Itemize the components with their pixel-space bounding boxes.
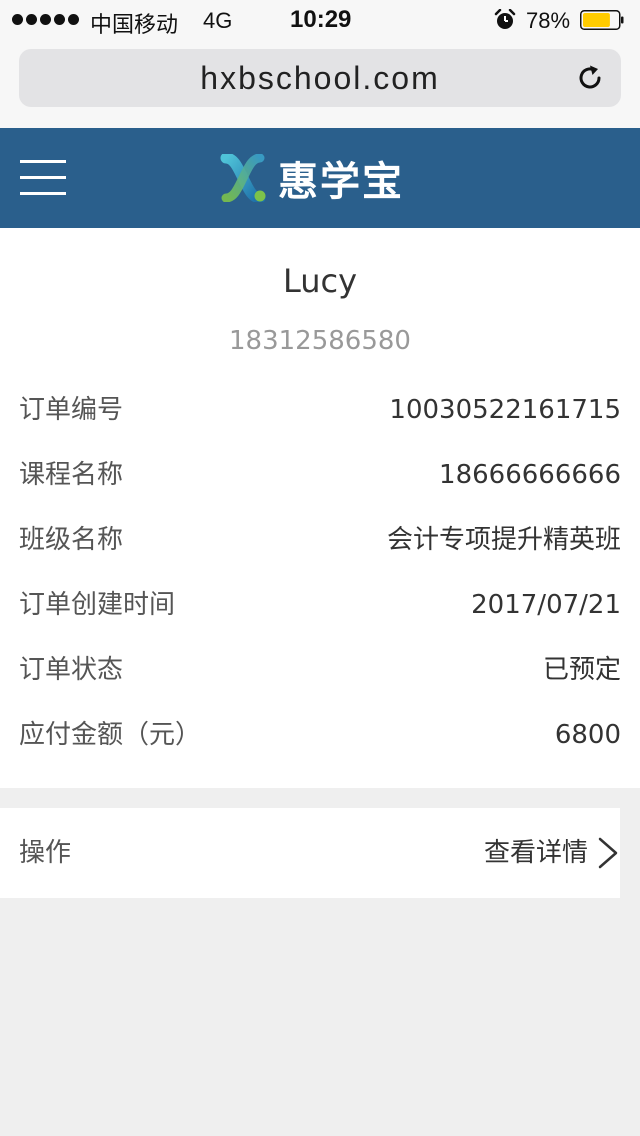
detail-value: 2017/07/21	[471, 590, 621, 620]
browser-address-area: hxbschool.com	[0, 40, 640, 128]
battery-percent: 78%	[526, 8, 571, 33]
action-label: 操作	[19, 838, 72, 868]
detail-row-order-status: 订单状态 已预定	[19, 650, 621, 690]
view-details-text[interactable]: 查看详情	[484, 833, 588, 873]
detail-value: 会计专项提升精英班	[386, 525, 621, 555]
app-header: 惠学宝	[0, 128, 640, 228]
detail-label: 班级名称	[19, 525, 124, 555]
customer-phone: 18312586580	[229, 326, 411, 356]
url-bar[interactable]: hxbschool.com	[19, 49, 621, 107]
action-row: 操作 查看详情	[0, 808, 620, 898]
detail-label: 课程名称	[19, 460, 124, 490]
reload-icon[interactable]	[575, 63, 605, 93]
status-time: 10:29	[290, 6, 352, 33]
brand-logo[interactable]: 惠学宝	[220, 154, 404, 205]
carrier-name: 中国移动	[90, 13, 179, 38]
status-value: 已预定	[542, 655, 621, 685]
detail-value: 10030522161715	[389, 395, 621, 425]
amount-value: 6800	[554, 720, 621, 750]
detail-label: 应付金额（元）	[19, 720, 202, 750]
url-text[interactable]: hxbschool.com	[19, 49, 621, 107]
detail-label: 订单编号	[19, 395, 124, 425]
detail-row-course-name: 课程名称 18666666666	[19, 455, 621, 495]
view-details-link[interactable]: 查看详情	[484, 833, 620, 873]
detail-row-class-name: 班级名称 会计专项提升精英班	[19, 520, 621, 560]
status-bar: 中国移动 4G 10:29 78%	[0, 0, 640, 40]
detail-label: 订单创建时间	[19, 590, 176, 620]
chevron-right-icon[interactable]	[596, 836, 620, 870]
detail-row-amount-due: 应付金额（元） 6800	[19, 715, 621, 755]
detail-row-order-number: 订单编号 10030522161715	[19, 390, 621, 430]
network-type: 4G	[203, 8, 233, 33]
detail-value: 18666666666	[439, 460, 621, 490]
brand-name: 惠学宝	[278, 159, 404, 205]
detail-row-created-time: 订单创建时间 2017/07/21	[19, 585, 621, 625]
detail-label: 订单状态	[19, 655, 124, 685]
customer-name: Lucy	[282, 262, 358, 300]
order-card: Lucy 18312586580 订单编号 10030522161715 课程名…	[0, 228, 640, 788]
signal-dots-icon	[12, 14, 79, 25]
battery-icon	[580, 10, 624, 30]
hamburger-menu-icon[interactable]	[20, 158, 66, 198]
alarm-icon	[494, 9, 516, 29]
hxb-logo-icon	[220, 154, 266, 202]
